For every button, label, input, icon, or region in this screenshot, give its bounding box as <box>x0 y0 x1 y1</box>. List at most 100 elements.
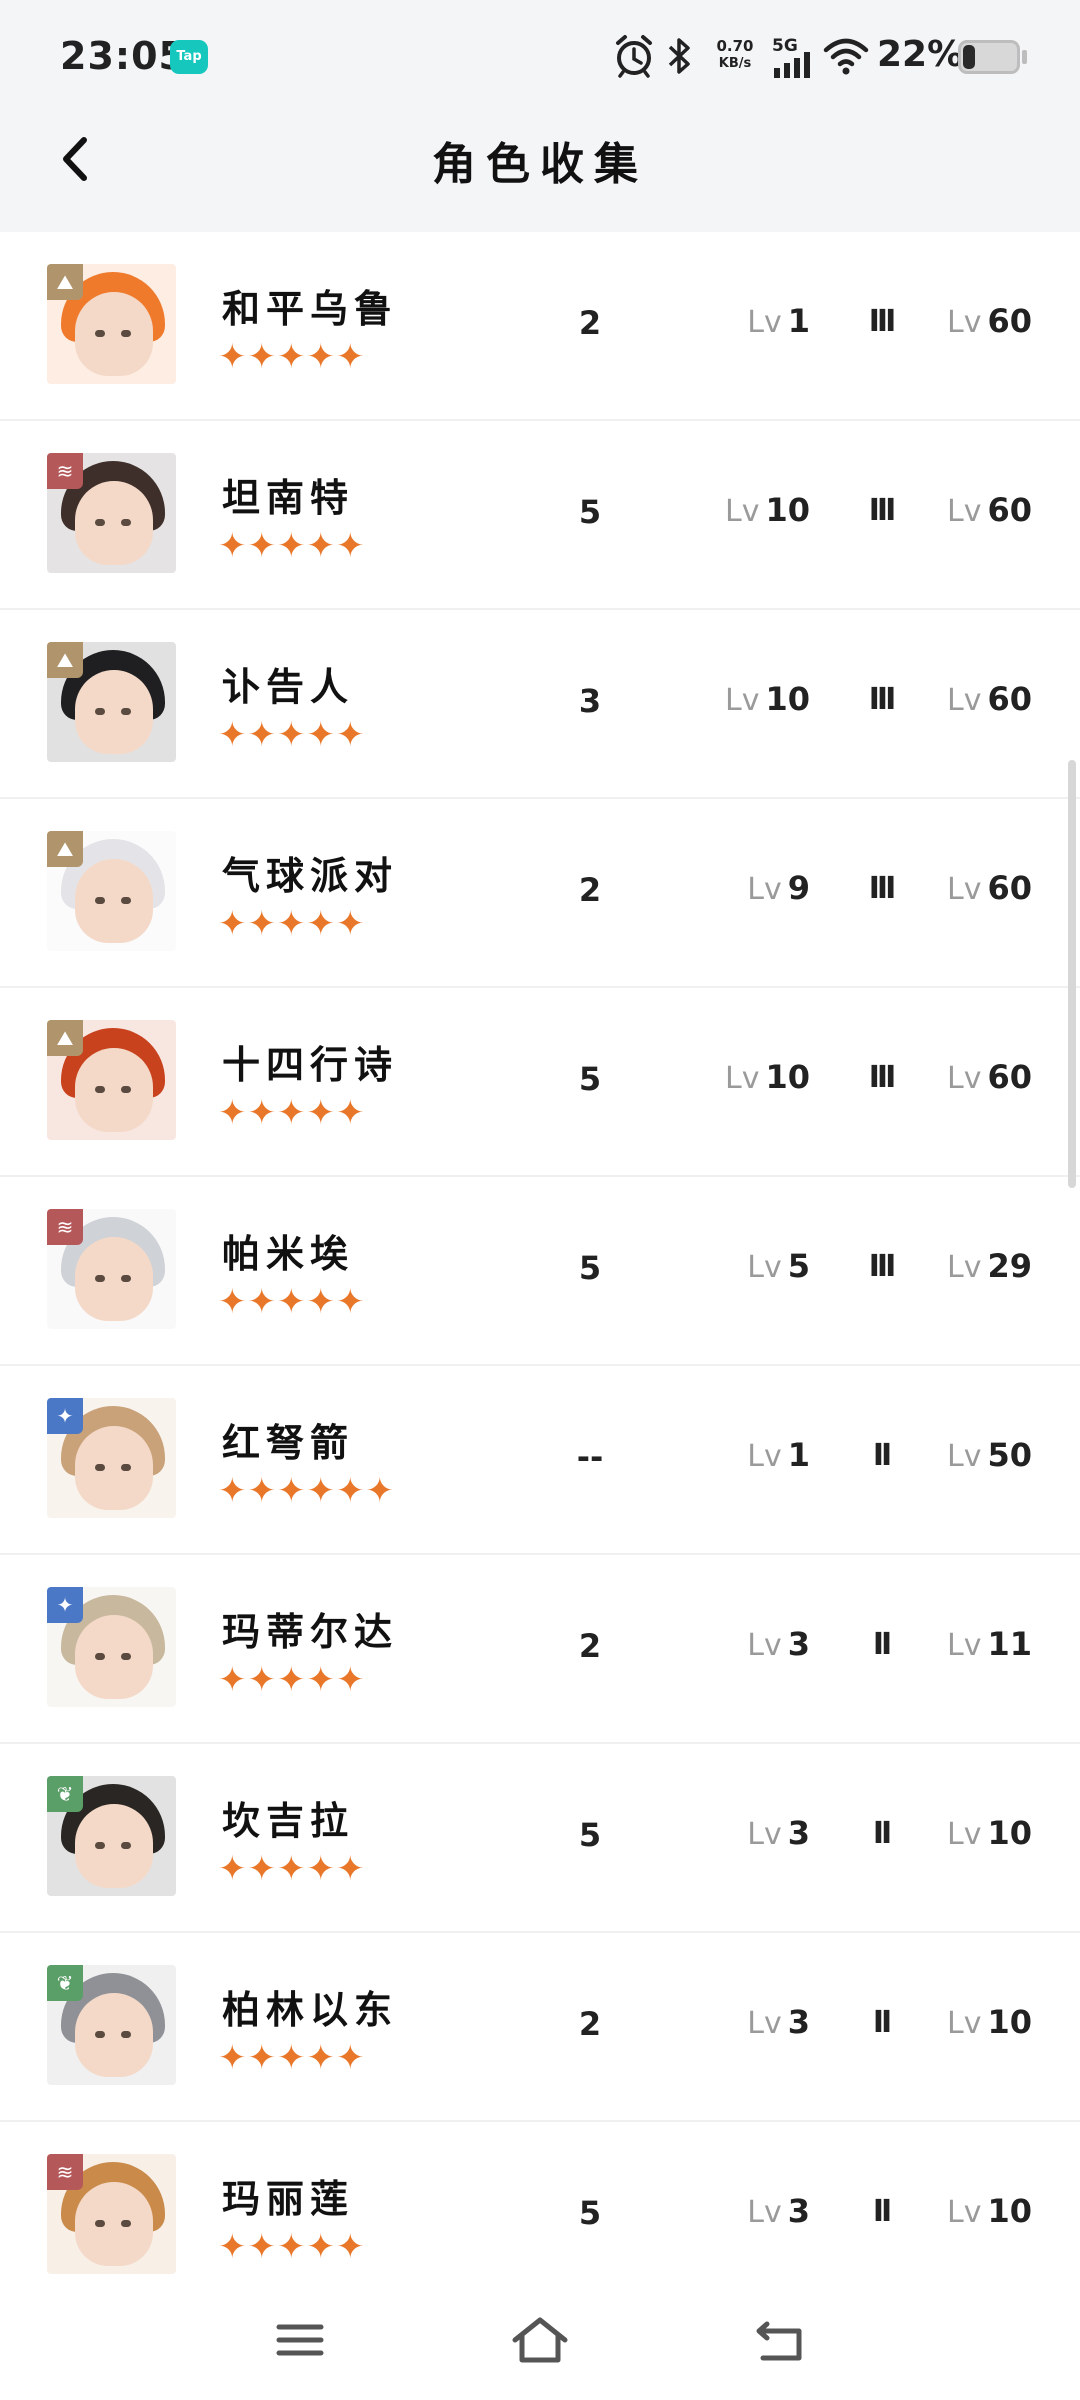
current-level: Lv 5 <box>690 1247 810 1285</box>
avatar-eye <box>121 897 131 904</box>
insight-tier: III <box>868 682 897 717</box>
character-row[interactable]: ❦ 坎吉拉 ✦✦✦✦✦ 5 Lv 3 II Lv 10 <box>0 1744 1080 1933</box>
character-name: 帕米埃 <box>222 1232 355 1276</box>
character-name: 讣告人 <box>222 665 355 709</box>
home-icon[interactable] <box>505 2310 575 2370</box>
max-level-prefix: Lv <box>947 1628 982 1663</box>
level-value: 10 <box>765 1058 810 1096</box>
avatar-eye <box>95 1086 105 1093</box>
mineral-element-icon: ⛰ <box>47 264 83 300</box>
battery-level <box>963 45 975 69</box>
character-name: 十四行诗 <box>222 1043 399 1087</box>
level-value: 3 <box>787 2192 810 2230</box>
character-row[interactable]: ✦ 红弩箭 ✦✦✦✦✦✦ -- Lv 1 II Lv 50 <box>0 1366 1080 1555</box>
character-row[interactable]: ✦ 玛蒂尔达 ✦✦✦✦✦ 2 Lv 3 II Lv 11 <box>0 1555 1080 1744</box>
insight-rank: 3 <box>578 682 602 720</box>
max-level: Lv 10 <box>940 1814 1032 1852</box>
avatar-face <box>75 1048 153 1132</box>
plant-element-icon: ❦ <box>47 1776 83 1812</box>
max-level-prefix: Lv <box>947 1250 982 1285</box>
max-level-prefix: Lv <box>947 494 982 529</box>
navigation-bar <box>0 2280 1080 2400</box>
beast-element-icon: ≋ <box>47 453 83 489</box>
level-prefix: Lv <box>747 1439 782 1474</box>
level-value: 3 <box>787 1814 810 1852</box>
star-element-icon: ✦ <box>47 1398 83 1434</box>
insight-rank: 5 <box>578 2194 602 2232</box>
avatar-eye <box>95 519 105 526</box>
avatar-eye <box>121 1653 131 1660</box>
level-value: 1 <box>787 1436 810 1474</box>
rarity-stars: ✦✦✦✦✦ <box>218 1849 366 1889</box>
insight-rank: 2 <box>578 304 602 342</box>
rarity-stars: ✦✦✦✦✦ <box>218 526 366 566</box>
insight-tier: II <box>872 1627 892 1662</box>
character-avatar: ≋ <box>47 1209 176 1329</box>
menu-icon[interactable] <box>265 2310 335 2370</box>
avatar-face <box>75 670 153 754</box>
current-level: Lv 10 <box>690 491 810 529</box>
avatar-eye <box>121 2220 131 2227</box>
avatar-eye <box>95 708 105 715</box>
character-avatar: ≋ <box>47 453 176 573</box>
current-level: Lv 10 <box>690 1058 810 1096</box>
avatar-eye <box>95 1275 105 1282</box>
character-row[interactable]: ❦ 柏林以东 ✦✦✦✦✦ 2 Lv 3 II Lv 10 <box>0 1933 1080 2122</box>
bluetooth-icon <box>668 38 690 74</box>
current-level: Lv 3 <box>690 2003 810 2041</box>
current-level: Lv 10 <box>690 680 810 718</box>
character-name: 柏林以东 <box>222 1988 399 2032</box>
character-name: 气球派对 <box>222 854 399 898</box>
max-level: Lv 10 <box>940 2192 1032 2230</box>
max-level: Lv 11 <box>940 1625 1032 1663</box>
max-level: Lv 60 <box>940 1058 1032 1096</box>
character-row[interactable]: ≋ 坦南特 ✦✦✦✦✦ 5 Lv 10 III Lv 60 <box>0 421 1080 610</box>
wifi-icon <box>823 38 869 75</box>
network-speed-value: 0.70 <box>716 37 754 55</box>
rarity-stars: ✦✦✦✦✦✦ <box>218 1471 395 1511</box>
avatar-face <box>75 859 153 943</box>
current-level: Lv 3 <box>690 1814 810 1852</box>
scrollbar[interactable] <box>1068 760 1076 1188</box>
status-time: 23:05 <box>60 34 186 78</box>
character-row[interactable]: ⛰ 十四行诗 ✦✦✦✦✦ 5 Lv 10 III Lv 60 <box>0 988 1080 1177</box>
level-prefix: Lv <box>747 2006 782 2041</box>
level-value: 5 <box>787 1247 810 1285</box>
back-icon[interactable] <box>745 2310 815 2370</box>
insight-rank: 5 <box>578 493 602 531</box>
rarity-stars: ✦✦✦✦✦ <box>218 715 366 755</box>
character-name: 玛丽莲 <box>222 2177 355 2221</box>
character-name: 坦南特 <box>222 476 355 520</box>
insight-tier: II <box>872 2194 892 2229</box>
plant-element-icon: ❦ <box>47 1965 83 2001</box>
max-level-value: 10 <box>987 1814 1032 1852</box>
rarity-stars: ✦✦✦✦✦ <box>218 904 366 944</box>
signal-icon <box>774 52 810 78</box>
max-level-value: 10 <box>987 2003 1032 2041</box>
character-row[interactable]: ≋ 帕米埃 ✦✦✦✦✦ 5 Lv 5 III Lv 29 <box>0 1177 1080 1366</box>
avatar-eye <box>121 1275 131 1282</box>
max-level-value: 60 <box>987 491 1032 529</box>
insight-rank: 2 <box>578 871 602 909</box>
max-level-value: 60 <box>987 1058 1032 1096</box>
avatar-face <box>75 1993 153 2077</box>
insight-tier: II <box>872 1438 892 1473</box>
character-row[interactable]: ⛰ 气球派对 ✦✦✦✦✦ 2 Lv 9 III Lv 60 <box>0 799 1080 988</box>
rarity-stars: ✦✦✦✦✦ <box>218 337 366 377</box>
tap-app-badge: Tap <box>170 40 208 74</box>
character-avatar: ≋ <box>47 2154 176 2274</box>
avatar-face <box>75 481 153 565</box>
insight-tier: III <box>868 1060 897 1095</box>
alarm-icon <box>616 35 652 78</box>
character-name: 红弩箭 <box>222 1421 355 1465</box>
character-row[interactable]: ⛰ 和平乌鲁 ✦✦✦✦✦ 2 Lv 1 III Lv 60 <box>0 232 1080 421</box>
avatar-face <box>75 1237 153 1321</box>
level-value: 3 <box>787 1625 810 1663</box>
level-prefix: Lv <box>725 683 760 718</box>
insight-tier: II <box>872 2005 892 2040</box>
max-level-value: 10 <box>987 2192 1032 2230</box>
character-row[interactable]: ⛰ 讣告人 ✦✦✦✦✦ 3 Lv 10 III Lv 60 <box>0 610 1080 799</box>
avatar-eye <box>121 708 131 715</box>
max-level-value: 60 <box>987 680 1032 718</box>
beast-element-icon: ≋ <box>47 1209 83 1245</box>
